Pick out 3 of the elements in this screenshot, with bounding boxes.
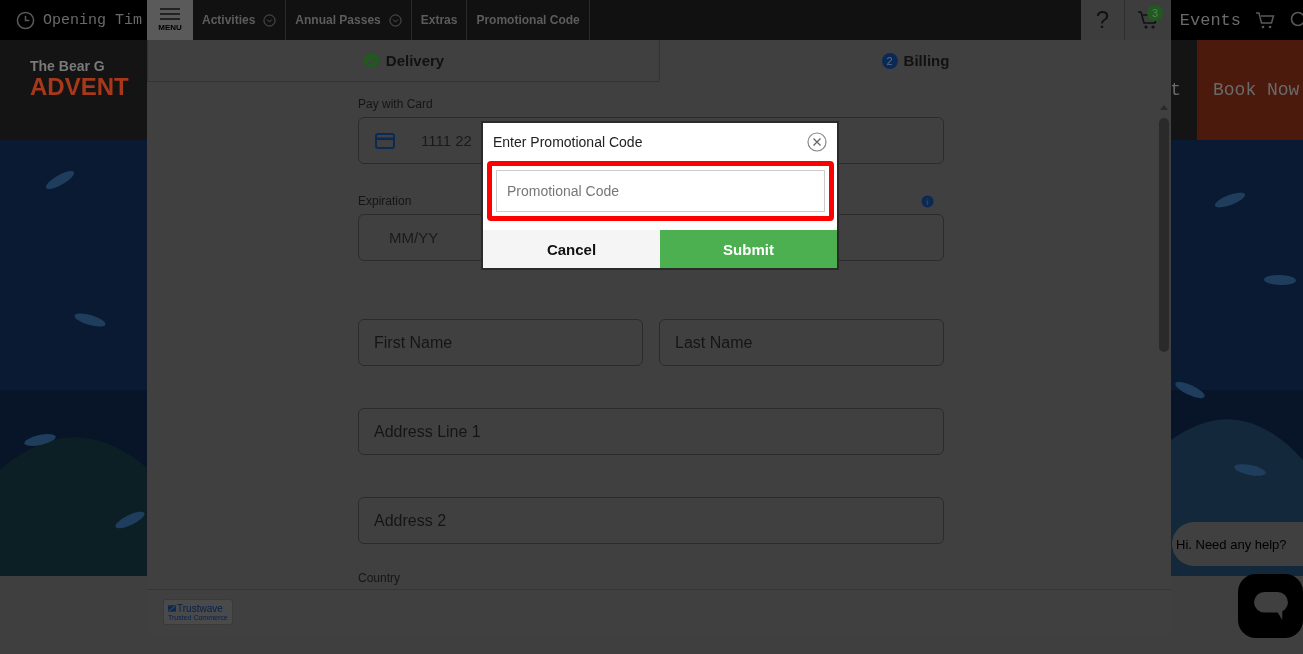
dialog-title: Enter Promotional Code [493,134,643,150]
step-number: 2 [881,52,898,69]
cart-count-badge: 3 [1147,5,1163,21]
